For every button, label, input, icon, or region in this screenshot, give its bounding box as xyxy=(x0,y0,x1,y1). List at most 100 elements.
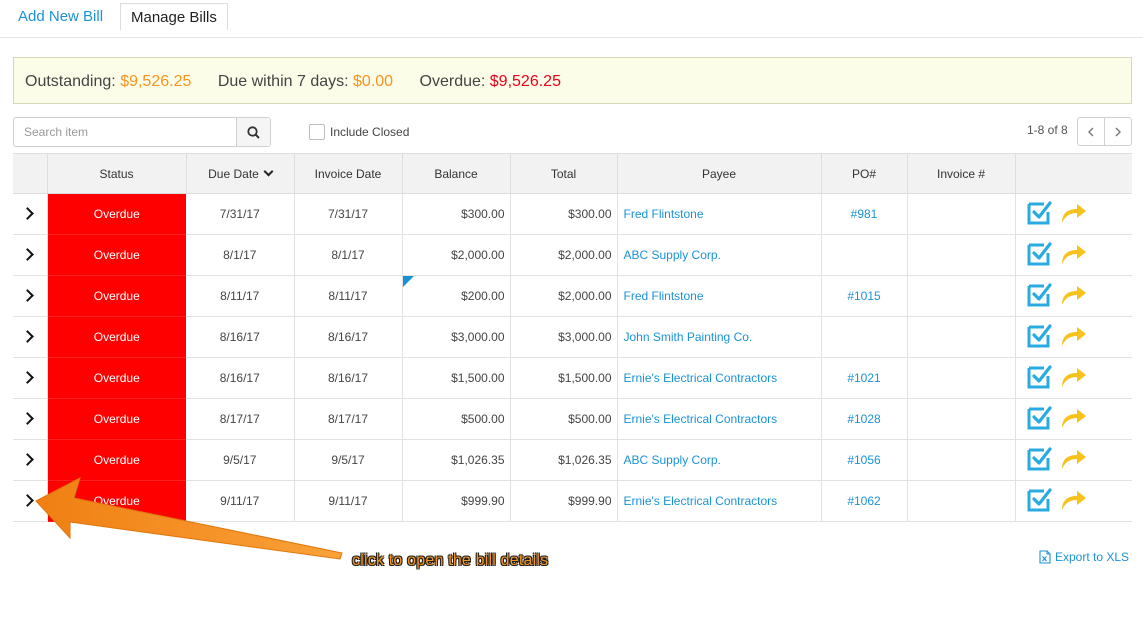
status-badge: Overdue xyxy=(47,316,186,358)
balance-cell: $500.00 xyxy=(402,398,511,440)
cell-marker-icon xyxy=(403,276,414,287)
invoice-date-cell: 8/11/17 xyxy=(294,275,403,317)
status-badge: Overdue xyxy=(47,275,186,317)
next-page-button[interactable] xyxy=(1104,118,1131,145)
search-input[interactable] xyxy=(14,118,238,146)
approve-icon[interactable] xyxy=(1026,241,1052,270)
forward-icon[interactable] xyxy=(1060,447,1088,474)
invoice-date-cell: 9/11/17 xyxy=(294,480,403,522)
invoice-date-cell: 8/1/17 xyxy=(294,234,403,276)
payee-link[interactable]: ABC Supply Corp. xyxy=(617,439,822,481)
include-closed-label: Include Closed xyxy=(330,125,410,139)
po-link[interactable]: #1062 xyxy=(821,480,908,522)
po-link[interactable]: #1028 xyxy=(821,398,908,440)
invoice-number-cell xyxy=(907,193,1016,235)
table-row[interactable]: Overdue 8/1/17 8/1/17 $2,000.00 $2,000.00 ABC… xyxy=(13,234,1132,276)
row-actions xyxy=(1015,439,1132,481)
overdue-label: Overdue: xyxy=(419,73,486,90)
payee-link[interactable]: John Smith Painting Co. xyxy=(617,316,822,358)
prev-page-button[interactable] xyxy=(1078,118,1104,145)
po-link[interactable]: #1021 xyxy=(821,357,908,399)
status-badge: Overdue xyxy=(47,234,186,276)
table-row[interactable]: Overdue 8/16/17 8/16/17 $1,500.00 $1,500.00 E… xyxy=(13,357,1132,399)
table-row[interactable]: Overdue 8/16/17 8/16/17 $3,000.00 $3,000.00 J… xyxy=(13,316,1132,358)
table-row[interactable]: Overdue 9/11/17 9/11/17 $999.90 $999.90 Ernie… xyxy=(13,480,1132,522)
chevron-right-icon xyxy=(1115,127,1122,136)
invoice-number-cell xyxy=(907,398,1016,440)
total-cell: $3,000.00 xyxy=(510,316,618,358)
po-link[interactable] xyxy=(821,316,908,358)
approve-icon[interactable] xyxy=(1026,323,1052,352)
due-date-header-label: Due Date xyxy=(208,166,259,181)
due-date-column-header[interactable]: Due Date xyxy=(186,153,295,194)
forward-icon[interactable] xyxy=(1060,242,1088,269)
table-row[interactable]: Overdue 7/31/17 7/31/17 $300.00 $300.00 Fred … xyxy=(13,193,1132,235)
include-closed-checkbox[interactable] xyxy=(309,124,325,140)
payee-link[interactable]: Ernie's Electrical Contractors xyxy=(617,480,822,522)
approve-icon[interactable] xyxy=(1026,282,1052,311)
approve-icon[interactable] xyxy=(1026,487,1052,516)
payee-link[interactable]: Fred Flintstone xyxy=(617,275,822,317)
approve-icon[interactable] xyxy=(1026,405,1052,434)
tab-manage-bills[interactable]: Manage Bills xyxy=(120,3,228,30)
payee-link[interactable]: ABC Supply Corp. xyxy=(617,234,822,276)
balance-cell: $2,000.00 xyxy=(402,234,511,276)
expand-row-button[interactable] xyxy=(13,275,48,317)
expand-row-button[interactable] xyxy=(13,480,48,522)
chevron-right-icon xyxy=(21,494,35,507)
forward-icon[interactable] xyxy=(1060,324,1088,351)
outstanding-label: Outstanding: xyxy=(25,73,116,90)
tab-bar: Add New Bill Manage Bills xyxy=(0,0,1143,38)
include-closed-toggle[interactable]: Include Closed xyxy=(309,122,409,142)
table-row[interactable]: Overdue 8/11/17 8/11/17 $200.00 $2,000.00 Fre… xyxy=(13,275,1132,317)
forward-icon[interactable] xyxy=(1060,283,1088,310)
expand-row-button[interactable] xyxy=(13,398,48,440)
export-label: Export to XLS xyxy=(1055,550,1130,564)
po-link[interactable]: #981 xyxy=(821,193,908,235)
payee-link[interactable]: Ernie's Electrical Contractors xyxy=(617,357,822,399)
balance-cell: $200.00 xyxy=(402,275,511,317)
total-column-header[interactable]: Total xyxy=(510,153,618,194)
balance-cell: $999.90 xyxy=(402,480,511,522)
approve-icon[interactable] xyxy=(1026,364,1052,393)
expand-row-button[interactable] xyxy=(13,439,48,481)
invoice-number-cell xyxy=(907,316,1016,358)
total-cell: $2,000.00 xyxy=(510,234,618,276)
invoice-date-cell: 8/16/17 xyxy=(294,316,403,358)
po-link[interactable] xyxy=(821,234,908,276)
table-row[interactable]: Overdue 8/17/17 8/17/17 $500.00 $500.00 Ernie… xyxy=(13,398,1132,440)
approve-icon[interactable] xyxy=(1026,200,1052,229)
payee-column-header[interactable]: Payee xyxy=(617,153,822,194)
status-badge: Overdue xyxy=(47,480,186,522)
row-actions xyxy=(1015,275,1132,317)
approve-icon[interactable] xyxy=(1026,446,1052,475)
po-link[interactable]: #1015 xyxy=(821,275,908,317)
search-button[interactable] xyxy=(236,118,270,146)
forward-icon[interactable] xyxy=(1060,365,1088,392)
po-link[interactable]: #1056 xyxy=(821,439,908,481)
expand-row-button[interactable] xyxy=(13,357,48,399)
export-to-xls-link[interactable]: Export to XLS xyxy=(1039,550,1129,564)
invoice-number-column-header[interactable]: Invoice # xyxy=(907,153,1016,194)
invoice-number-cell xyxy=(907,275,1016,317)
expand-row-button[interactable] xyxy=(13,316,48,358)
row-actions xyxy=(1015,234,1132,276)
expand-row-button[interactable] xyxy=(13,193,48,235)
invoice-date-column-header[interactable]: Invoice Date xyxy=(294,153,403,194)
forward-icon[interactable] xyxy=(1060,201,1088,228)
payee-link[interactable]: Fred Flintstone xyxy=(617,193,822,235)
forward-icon[interactable] xyxy=(1060,488,1088,515)
tab-add-new-bill[interactable]: Add New Bill xyxy=(8,3,113,30)
forward-icon[interactable] xyxy=(1060,406,1088,433)
balance-column-header[interactable]: Balance xyxy=(402,153,511,194)
payee-link[interactable]: Ernie's Electrical Contractors xyxy=(617,398,822,440)
total-cell: $2,000.00 xyxy=(510,275,618,317)
chevron-right-icon xyxy=(21,289,35,302)
status-column-header[interactable]: Status xyxy=(47,153,187,194)
expand-row-button[interactable] xyxy=(13,234,48,276)
po-column-header[interactable]: PO# xyxy=(821,153,908,194)
search-icon xyxy=(247,125,260,139)
row-actions xyxy=(1015,398,1132,440)
table-row[interactable]: Overdue 9/5/17 9/5/17 $1,026.35 $1,026.35 ABC… xyxy=(13,439,1132,481)
annotation-label: click to open the bill details xyxy=(352,552,549,569)
